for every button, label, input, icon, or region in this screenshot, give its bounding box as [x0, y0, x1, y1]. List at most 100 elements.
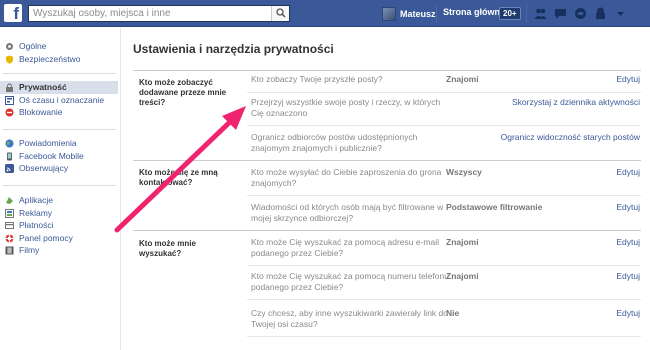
edit-link[interactable]: Edytuj	[616, 202, 640, 212]
sidebar-item-label: Reklamy	[19, 207, 53, 218]
edit-link[interactable]: Edytuj	[616, 271, 640, 281]
sidebar-item-apps[interactable]: Aplikacje	[0, 194, 118, 207]
sidebar-item-payments[interactable]: Płatności	[0, 219, 118, 232]
shield-icon	[6, 55, 13, 64]
lock-icon	[6, 83, 13, 92]
sidebar-item-label: Filmy	[19, 245, 40, 255]
divider	[247, 299, 641, 300]
divider	[133, 160, 641, 161]
setting-question: Kto może wysyłać do Ciebie zaproszenia d…	[251, 167, 442, 188]
setting-value: Znajomi	[446, 271, 479, 281]
section-label-who-can-see: Kto może zobaczyć dodawane przeze mnie t…	[139, 78, 227, 107]
edit-link[interactable]: Edytuj	[616, 308, 640, 318]
edit-link[interactable]: Edytuj	[616, 237, 640, 247]
divider	[247, 92, 641, 93]
setting-question: Czy chcesz, aby inne wyszukiwarki zawier…	[251, 308, 448, 329]
facebook-logo[interactable]: f	[4, 4, 22, 22]
divider	[3, 73, 116, 74]
setting-question: Kto może Cię wyszukać za pomocą adresu e…	[251, 237, 440, 258]
sidebar-item-security[interactable]: Bezpieczeństwo	[0, 53, 118, 66]
notifications-icon[interactable]	[574, 7, 587, 20]
divider	[3, 185, 116, 186]
sidebar-item-label: Powiadomienia	[19, 138, 77, 148]
lifebuoy-icon	[5, 234, 14, 242]
sidebar-item-label: Ogólne	[19, 41, 47, 51]
divider	[133, 70, 641, 71]
divider	[133, 230, 641, 231]
messages-icon[interactable]	[554, 7, 567, 20]
sidebar-item-label: Oś czasu i oznaczanie	[19, 94, 105, 105]
divider	[247, 265, 641, 266]
sidebar-item-label: Prywatność	[19, 82, 67, 92]
setting-question: Przejrzyj wszystkie swoje posty i rzeczy…	[251, 97, 441, 118]
divider	[526, 4, 527, 23]
search-icon	[276, 8, 286, 18]
avatar	[382, 7, 396, 21]
ads-icon	[5, 208, 14, 218]
mobile-icon	[7, 152, 12, 160]
card-icon	[5, 222, 14, 229]
sidebar-item-general[interactable]: Ogólne	[0, 40, 118, 53]
search-input[interactable]	[29, 6, 269, 21]
gear-icon	[6, 43, 13, 50]
sidebar-item-label: Facebook Mobile	[19, 150, 84, 161]
timeline-icon	[5, 95, 14, 105]
sidebar-item-label: Obserwujący	[19, 163, 69, 173]
apps-icon	[6, 197, 13, 204]
sidebar-group-account: Ogólne Bezpieczeństwo	[0, 40, 118, 65]
divider	[247, 125, 641, 126]
settings-menu-icon[interactable]	[614, 7, 627, 20]
sidebar-item-videos[interactable]: Filmy	[0, 244, 118, 257]
setting-question: Wiadomości od których osób mają być filt…	[251, 202, 444, 223]
setting-question: Kto zobaczy Twoje przyszłe posty?	[251, 74, 383, 84]
film-icon	[5, 246, 14, 255]
sidebar-item-label: Płatności	[19, 220, 54, 230]
home-link[interactable]: Strona główna	[443, 7, 505, 17]
sidebar-item-label: Blokowanie	[19, 107, 63, 117]
section-label-who-can-contact: Kto może się ze mną kontaktować?	[139, 168, 218, 187]
friend-requests-icon[interactable]	[534, 7, 547, 20]
setting-value: Nie	[446, 308, 460, 318]
search-button[interactable]	[271, 6, 289, 21]
page-title: Ustawienia i narzędzia prywatności	[133, 42, 334, 56]
sidebar-item-blocking[interactable]: Blokowanie	[0, 106, 118, 119]
home-count-badge: 20+	[499, 7, 521, 20]
settings-sidebar: Ogólne Bezpieczeństwo Prywatność Oś czas…	[0, 28, 120, 350]
sidebar-item-label: Bezpieczeństwo	[19, 53, 81, 64]
setting-value: Podstawowe filtrowanie	[446, 202, 543, 212]
activity-log-link[interactable]: Skorzystaj z dziennika aktywności	[512, 97, 640, 107]
setting-value: Wszyscy	[446, 167, 482, 177]
sidebar-item-followers[interactable]: Obserwujący	[0, 162, 118, 175]
sidebar-item-notifications[interactable]: Powiadomienia	[0, 137, 118, 150]
sidebar-item-help[interactable]: Panel pomocy	[0, 232, 118, 245]
sidebar-item-mobile[interactable]: Facebook Mobile	[0, 150, 118, 163]
sidebar-item-privacy[interactable]: Prywatność	[0, 81, 118, 94]
setting-question: Ogranicz odbiorców postów udostępnionych…	[251, 132, 418, 153]
top-bar: f Mateusz Strona główna 20+	[0, 0, 650, 27]
setting-value: Znajomi	[446, 74, 479, 84]
sidebar-item-timeline[interactable]: Oś czasu i oznaczanie	[0, 94, 118, 107]
privacy-shortcuts-icon[interactable]	[594, 7, 607, 20]
rss-icon	[5, 164, 14, 173]
sidebar-item-label: Panel pomocy	[19, 232, 73, 243]
divider	[3, 129, 116, 130]
edit-link[interactable]: Edytuj	[616, 167, 640, 177]
sidebar-group-privacy: Prywatność Oś czasu i oznaczanie Blokowa…	[0, 81, 118, 119]
profile-name: Mateusz	[400, 9, 436, 19]
divider	[247, 336, 641, 337]
top-icons	[534, 7, 627, 20]
section-label-who-can-find: Kto może mnie wyszukać?	[139, 239, 196, 258]
setting-value: Znajomi	[446, 237, 479, 247]
limit-old-posts-link[interactable]: Ogranicz widoczność starych postów	[501, 132, 640, 142]
sidebar-group-apps: Aplikacje Reklamy Płatności Panel pomocy…	[0, 194, 118, 257]
globe-icon	[5, 139, 14, 148]
privacy-settings-panel: Ustawienia i narzędzia prywatności Kto m…	[120, 28, 650, 350]
sidebar-group-notifications: Powiadomienia Facebook Mobile Obserwując…	[0, 137, 118, 175]
sidebar-item-ads[interactable]: Reklamy	[0, 207, 118, 220]
divider	[436, 4, 437, 23]
profile-link[interactable]: Mateusz	[382, 7, 436, 21]
sidebar-item-label: Aplikacje	[19, 195, 54, 205]
edit-link[interactable]: Edytuj	[616, 74, 640, 84]
search-box	[28, 5, 290, 22]
divider	[247, 195, 641, 196]
